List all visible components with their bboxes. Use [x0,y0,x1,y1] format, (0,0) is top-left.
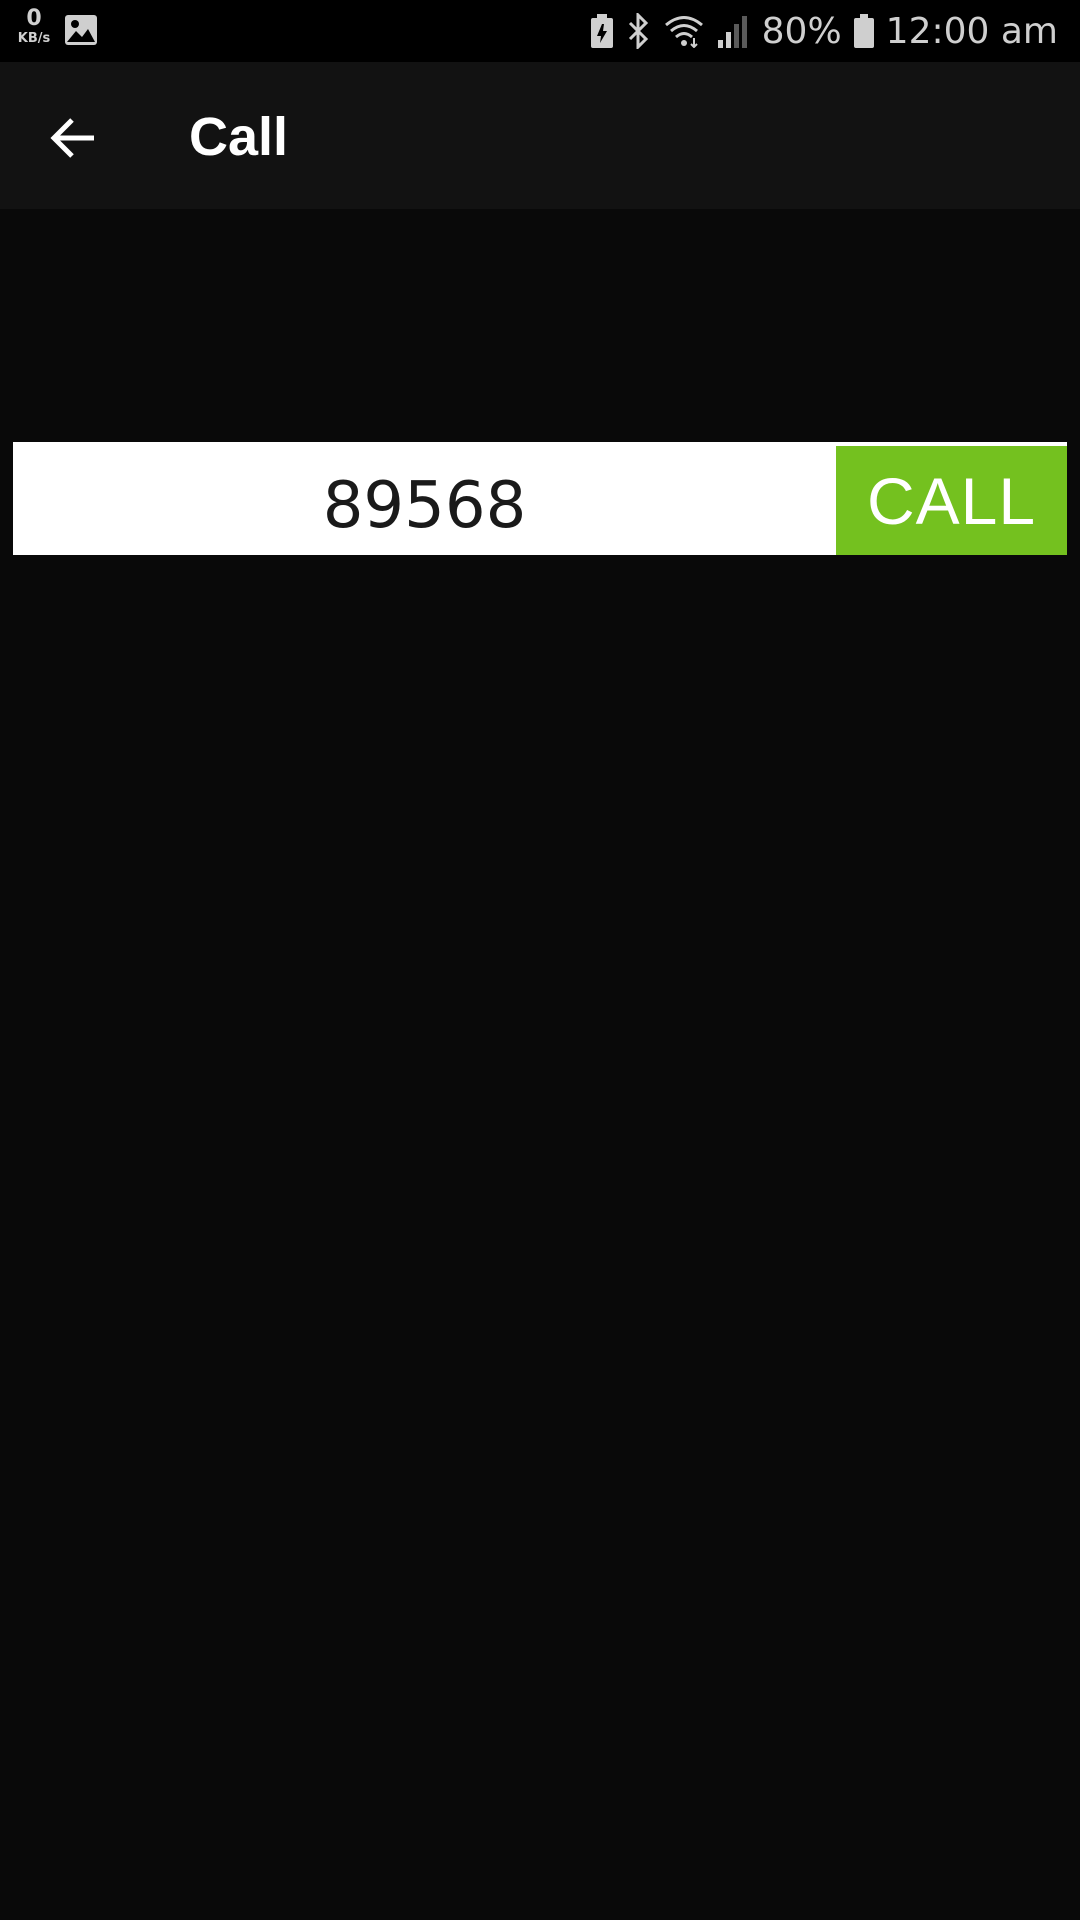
bluetooth-icon [626,13,652,49]
battery-saver-icon [590,14,614,48]
app-bar: Call [0,62,1080,209]
back-arrow-icon [50,118,94,158]
phone-number-input[interactable] [13,442,836,555]
call-button[interactable]: CALL [836,446,1067,555]
page-title: Call [189,107,289,167]
signal-strength-icon [716,14,748,48]
battery-icon [853,14,874,48]
dial-row: CALL [13,442,1067,555]
network-speed-value: 0 [26,6,42,31]
wifi-icon [664,14,704,48]
status-bar: 0 KB/s 80% 12:00 am [0,0,1080,62]
network-speed-unit: KB/s [17,31,51,46]
back-button[interactable] [34,99,112,177]
image-notification-icon [64,14,98,50]
status-clock: 12:00 am [885,10,1058,52]
network-speed-indicator: 0 KB/s [12,6,56,46]
battery-percentage: 80% [761,10,842,52]
